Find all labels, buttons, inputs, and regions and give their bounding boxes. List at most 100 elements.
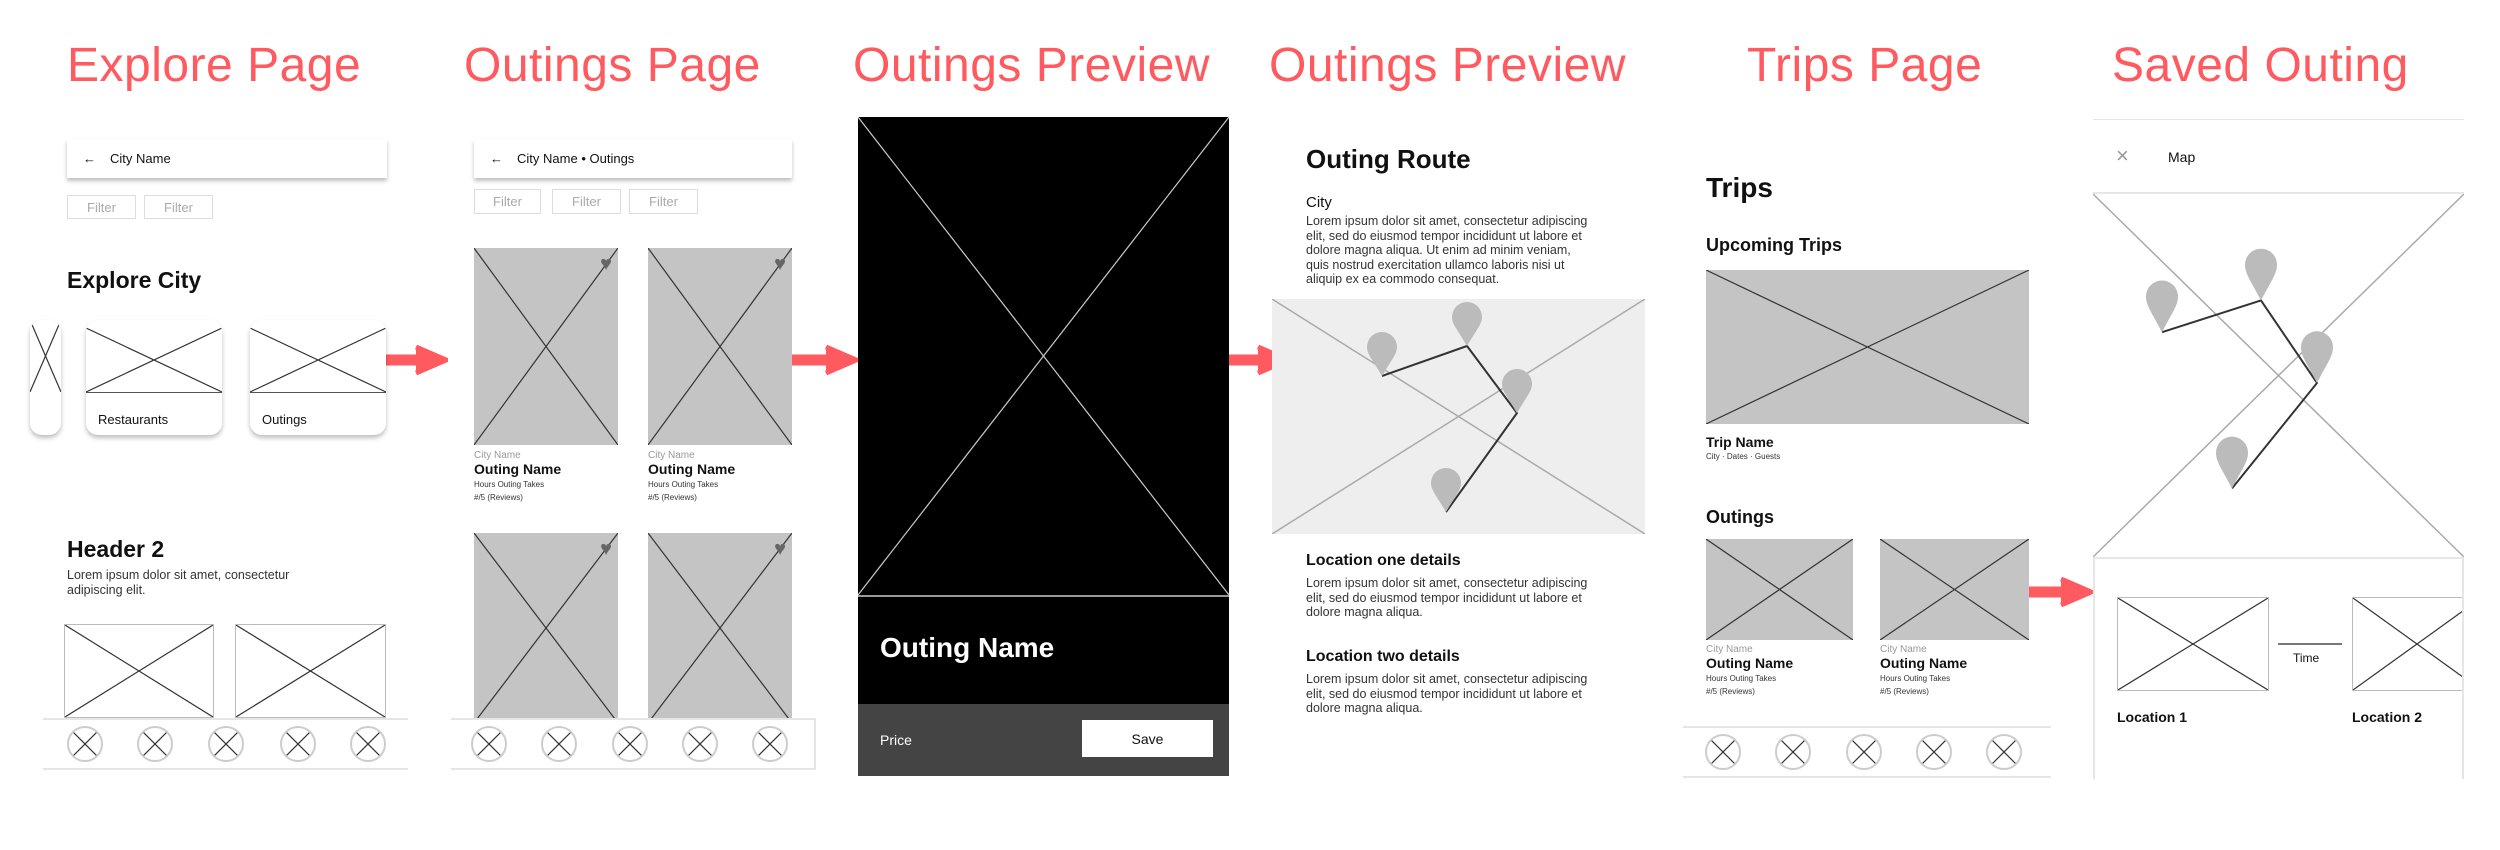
outing-image[interactable]: [1880, 539, 2029, 640]
placeholder-cross-icon: [1777, 736, 1809, 768]
outing-hours: Hours Outing Takes: [474, 480, 545, 489]
outings-preview-title: Outings Preview: [853, 39, 1210, 92]
city-name: City Name: [1880, 644, 1927, 655]
placeholder-cross-icon: [2118, 598, 2268, 690]
outing-image[interactable]: [1706, 539, 1853, 640]
saved-route-map[interactable]: [2093, 192, 2464, 557]
nav-icon[interactable]: [1916, 734, 1952, 770]
trips-page-title: Trips Page: [1747, 39, 1983, 92]
category-card-restaurants[interactable]: Restaurants: [86, 320, 222, 435]
outing-preview-screen: Outing Name Price Save: [858, 117, 1229, 776]
placeholder-cross-icon: [543, 728, 575, 760]
bottom-nav: [1683, 726, 2051, 778]
nav-icon[interactable]: [682, 726, 718, 762]
placeholder-cross-icon: [2353, 598, 2464, 690]
price-label: Price: [880, 732, 912, 748]
divider: [2093, 119, 2464, 120]
nav-icon[interactable]: [280, 726, 316, 762]
placeholder-cross-icon: [282, 728, 314, 760]
location-image[interactable]: [2117, 597, 2269, 691]
saved-locations-panel: Time Location 1 Location 2: [2093, 557, 2464, 779]
placeholder-cross-icon: [648, 533, 792, 723]
upcoming-trips-heading: Upcoming Trips: [1706, 235, 1843, 255]
heart-icon[interactable]: ♥: [774, 539, 786, 559]
nav-icon[interactable]: [1705, 734, 1741, 770]
placeholder-cross-icon: [1706, 539, 1853, 640]
image-placeholder: [86, 328, 222, 393]
image-placeholder[interactable]: [64, 624, 214, 718]
nav-icon[interactable]: [208, 726, 244, 762]
nav-icon[interactable]: [752, 726, 788, 762]
city-name: City Name: [648, 450, 695, 461]
nav-icon[interactable]: [541, 726, 577, 762]
placeholder-cross-icon: [648, 248, 792, 445]
location-image[interactable]: [2352, 597, 2464, 691]
bottom-nav: [451, 718, 816, 770]
explore-page-title: Explore Page: [67, 39, 362, 92]
placeholder-cross-icon: [474, 533, 618, 723]
header-2-body: Lorem ipsum dolor sit amet, consectetur …: [67, 568, 290, 597]
outing-name[interactable]: Outing Name: [1706, 655, 1793, 671]
filter-button[interactable]: Filter: [629, 189, 698, 214]
outing-hours: Hours Outing Takes: [648, 480, 719, 489]
breadcrumb-page: Outings: [589, 151, 635, 166]
outing-card-info: City Name Outing Name Hours Outing Takes…: [1706, 644, 1793, 696]
heart-icon[interactable]: ♥: [600, 539, 612, 559]
outing-route-heading: Outing Route: [1306, 144, 1471, 174]
category-card-outings[interactable]: Outings: [250, 320, 386, 435]
placeholder-cross-icon: [474, 248, 618, 445]
nav-icon[interactable]: [1775, 734, 1811, 770]
filter-button[interactable]: Filter: [474, 189, 541, 214]
saved-route-drawing: [2093, 194, 2464, 557]
trip-meta: City · Dates · Guests: [1706, 452, 1781, 461]
location-2-label: Location 2: [2352, 709, 2423, 725]
filter-button[interactable]: Filter: [144, 195, 213, 219]
outing-image[interactable]: ♥: [474, 533, 618, 723]
placeholder-cross-icon: [1707, 736, 1739, 768]
save-button[interactable]: Save: [1082, 720, 1213, 757]
outing-image[interactable]: ♥: [648, 248, 792, 445]
outing-rating: #/5 (Reviews): [1706, 687, 1755, 696]
saved-outing-title: Saved Outing: [2112, 39, 2409, 92]
close-icon[interactable]: ×: [2116, 145, 2129, 167]
placeholder-cross-icon: [858, 117, 1229, 595]
image-placeholder: [858, 117, 1229, 597]
trip-name[interactable]: Trip Name: [1706, 434, 1774, 450]
nav-icon[interactable]: [1846, 734, 1882, 770]
heart-icon[interactable]: ♥: [774, 254, 786, 274]
placeholder-cross-icon: [1988, 736, 2020, 768]
trip-image[interactable]: [1706, 270, 2029, 424]
category-label: Restaurants: [98, 412, 169, 427]
placeholder-cross-icon: [65, 625, 213, 717]
nav-icon[interactable]: [612, 726, 648, 762]
nav-icon[interactable]: [67, 726, 103, 762]
outing-name[interactable]: Outing Name: [648, 461, 735, 477]
nav-icon[interactable]: [137, 726, 173, 762]
outing-hours: Hours Outing Takes: [1706, 674, 1777, 683]
nav-icon[interactable]: [471, 726, 507, 762]
time-connector: [2278, 643, 2342, 645]
category-card-partial[interactable]: [30, 320, 61, 435]
nav-icon[interactable]: [350, 726, 386, 762]
image-placeholder[interactable]: [235, 624, 386, 718]
arrow-left-icon[interactable]: ←: [83, 151, 96, 166]
breadcrumb-city[interactable]: City Name: [517, 151, 578, 166]
location-one-heading: Location one details: [1306, 552, 1461, 569]
nav-icon[interactable]: [1986, 734, 2022, 770]
heart-icon[interactable]: ♥: [600, 254, 612, 274]
city-name: City Name: [1706, 644, 1753, 655]
filter-button[interactable]: Filter: [552, 189, 621, 214]
arrow-left-icon[interactable]: ←: [490, 151, 503, 166]
outing-card-info: City Name Outing Name Hours Outing Takes…: [474, 450, 561, 502]
placeholder-cross-icon: [1706, 270, 2029, 424]
outing-image[interactable]: ♥: [474, 248, 618, 445]
placeholder-cross-icon: [69, 728, 101, 760]
outing-image[interactable]: ♥: [648, 533, 792, 723]
filter-button[interactable]: Filter: [67, 195, 136, 219]
outing-name[interactable]: Outing Name: [474, 461, 561, 477]
route-map[interactable]: [1272, 299, 1645, 534]
image-placeholder: [30, 320, 61, 392]
placeholder-cross-icon: [684, 728, 716, 760]
placeholder-cross-icon: [614, 728, 646, 760]
outing-name[interactable]: Outing Name: [1880, 655, 1967, 671]
